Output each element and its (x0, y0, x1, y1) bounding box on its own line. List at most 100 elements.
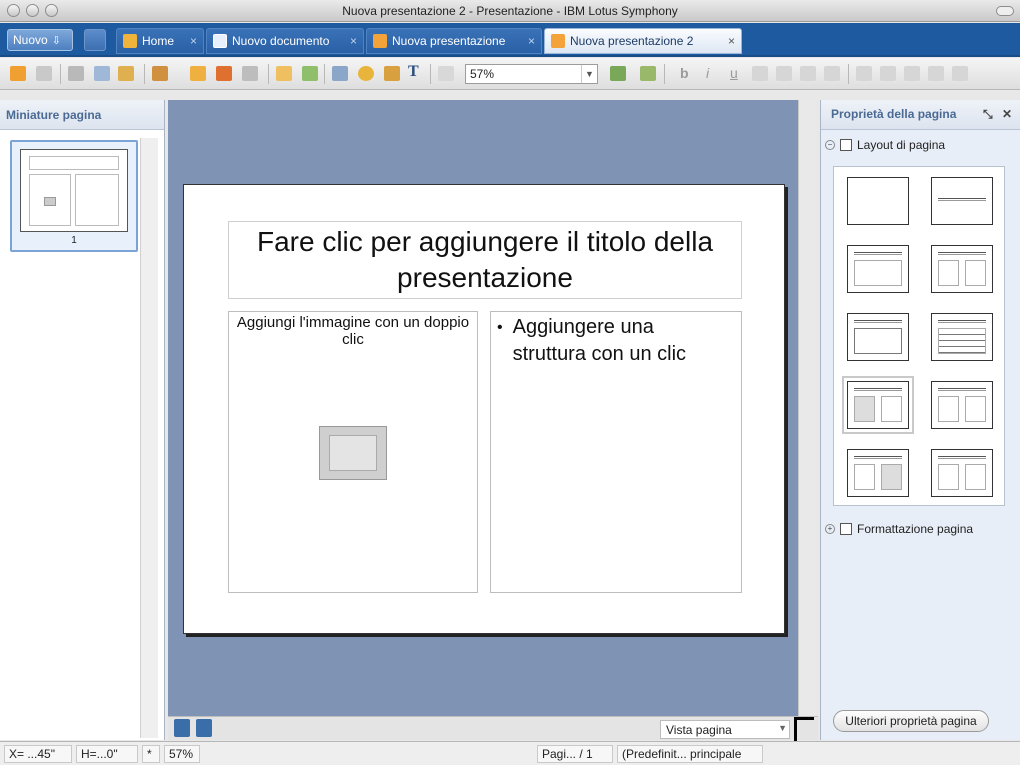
status-zoom[interactable]: 57% (164, 745, 200, 763)
expand-icon[interactable]: + (825, 524, 835, 534)
zoom-value: 57% (470, 67, 495, 81)
layout-title-only[interactable] (931, 177, 993, 225)
window-title: Nuova presentazione 2 - Presentazione - … (342, 4, 678, 18)
open-icon[interactable] (190, 66, 206, 81)
close-icon[interactable]: × (528, 34, 535, 48)
resize-corner[interactable] (794, 717, 814, 741)
fit-page-icon[interactable] (438, 66, 454, 81)
tab-nuova-presentazione[interactable]: Nuova presentazione × (366, 28, 542, 54)
chart-icon[interactable] (358, 66, 374, 81)
status-bar: X= ...45" H=...0" * 57% Pagi... / 1 (Pre… (0, 741, 1020, 765)
layout-section-header[interactable]: − Layout di pagina (825, 138, 945, 152)
increase-indent-icon[interactable] (928, 66, 944, 81)
outline-placeholder[interactable]: • Aggiungere una struttura con un clic (490, 311, 742, 593)
close-icon[interactable]: × (728, 34, 735, 48)
thumbnail-scrollbar[interactable] (140, 138, 158, 738)
text-box-icon[interactable]: T (408, 63, 424, 80)
new-slide-icon[interactable] (276, 66, 292, 81)
slide-view-icon[interactable] (174, 719, 190, 737)
status-page: Pagi... / 1 (537, 745, 613, 763)
layout-section-title: Layout di pagina (857, 138, 946, 152)
redo-icon[interactable] (36, 66, 52, 81)
tab-label: Nuovo documento (232, 34, 330, 48)
align-left-icon[interactable] (752, 66, 768, 81)
more-page-properties-button[interactable]: Ulteriori proprietà pagina (833, 710, 989, 732)
layout-title-chart-text[interactable] (931, 449, 993, 497)
new-button-label: Nuovo (13, 33, 48, 47)
align-center-icon[interactable] (776, 66, 792, 81)
image-placeholder[interactable]: Aggiungi l'immagine con un doppio clic (228, 311, 478, 593)
tab-nuova-presentazione-2[interactable]: Nuova presentazione 2 × (544, 28, 742, 54)
bullet-list-icon[interactable] (856, 66, 872, 81)
thumbnail-panel: Miniature pagina 1 (0, 100, 165, 740)
status-x-position: X= ...45" (4, 745, 72, 763)
bold-button[interactable]: b (680, 65, 689, 81)
table-icon[interactable] (332, 66, 348, 81)
slide-thumbnail[interactable]: 1 (10, 140, 138, 252)
close-icon[interactable]: × (350, 34, 357, 48)
format-paintbrush-icon[interactable] (152, 66, 168, 81)
slideshow-icon[interactable] (640, 66, 656, 81)
copy-icon[interactable] (94, 66, 110, 81)
format-section-title: Formattazione pagina (857, 522, 974, 536)
page-properties-panel: Proprietà della pagina ⤡ ✕ − Layout di p… (820, 100, 1020, 740)
page-format-icon (840, 523, 852, 535)
layout-title-text-image[interactable] (847, 449, 909, 497)
layout-title-text-chart[interactable] (931, 381, 993, 429)
paste-icon[interactable] (118, 66, 134, 81)
close-icon[interactable]: × (190, 34, 197, 48)
properties-panel-header: Proprietà della pagina ⤡ ✕ (821, 100, 1020, 130)
layout-title-image-text[interactable] (842, 376, 914, 434)
collapse-icon[interactable]: − (825, 140, 835, 150)
layout-blank[interactable] (847, 177, 909, 225)
justify-icon[interactable] (824, 66, 840, 81)
slide[interactable]: Fare clic per aggiungere il titolo della… (183, 184, 785, 634)
italic-button[interactable]: i (706, 65, 709, 81)
tab-nuovo-documento[interactable]: Nuovo documento × (206, 28, 364, 54)
align-right-icon[interactable] (800, 66, 816, 81)
chevron-down-icon[interactable]: ▼ (778, 723, 787, 733)
tab-label: Nuova presentazione 2 (570, 34, 694, 48)
tab-home[interactable]: Home × (116, 28, 204, 54)
canvas-scrollbar[interactable] (798, 100, 816, 716)
tab-label: Home (142, 34, 175, 48)
numbered-list-icon[interactable] (880, 66, 896, 81)
bullet-icon: • (497, 319, 503, 336)
new-button[interactable]: Nuovo ⇩ (7, 29, 73, 51)
decrease-indent-icon[interactable] (904, 66, 920, 81)
table-icon (938, 328, 986, 354)
undo-icon[interactable] (10, 66, 26, 81)
document-icon (213, 34, 227, 48)
zoom-select[interactable]: 57% ▼ (465, 64, 598, 84)
presentation-icon (551, 34, 565, 48)
underline-button[interactable]: u (730, 65, 738, 81)
presentation-icon (373, 34, 387, 48)
layout-title-table[interactable] (931, 313, 993, 361)
chart-icon (854, 328, 902, 354)
notes-view-icon[interactable] (196, 719, 212, 737)
pages-icon[interactable] (84, 29, 106, 51)
image-icon[interactable] (384, 66, 400, 81)
layout-title-content[interactable] (847, 245, 909, 293)
spellcheck-icon[interactable] (610, 66, 626, 81)
view-mode-value: Vista pagina (666, 723, 732, 737)
toolbar-toggle-button[interactable] (996, 6, 1014, 16)
outline-placeholder-text: Aggiungere una struttura con un clic (512, 316, 687, 365)
image-icon (319, 426, 387, 480)
status-height: H=...0" (76, 745, 138, 763)
cut-icon[interactable] (68, 66, 84, 81)
layout-title-chart[interactable] (847, 313, 909, 361)
pin-icon[interactable]: ⤡ (983, 107, 993, 121)
tab-label: Nuova presentazione (392, 34, 506, 48)
close-panel-icon[interactable]: ✕ (1002, 107, 1012, 121)
format-section-header[interactable]: + Formattazione pagina (825, 522, 973, 536)
duplicate-slide-icon[interactable] (302, 66, 318, 81)
print-icon[interactable] (242, 66, 258, 81)
save-icon[interactable] (216, 66, 232, 81)
layout-icon (840, 139, 852, 151)
view-mode-select[interactable]: Vista pagina ▼ (660, 720, 790, 739)
chevron-down-icon[interactable]: ▼ (581, 65, 597, 83)
layout-title-two-content[interactable] (931, 245, 993, 293)
title-placeholder[interactable]: Fare clic per aggiungere il titolo della… (228, 221, 742, 299)
line-spacing-icon[interactable] (952, 66, 968, 81)
